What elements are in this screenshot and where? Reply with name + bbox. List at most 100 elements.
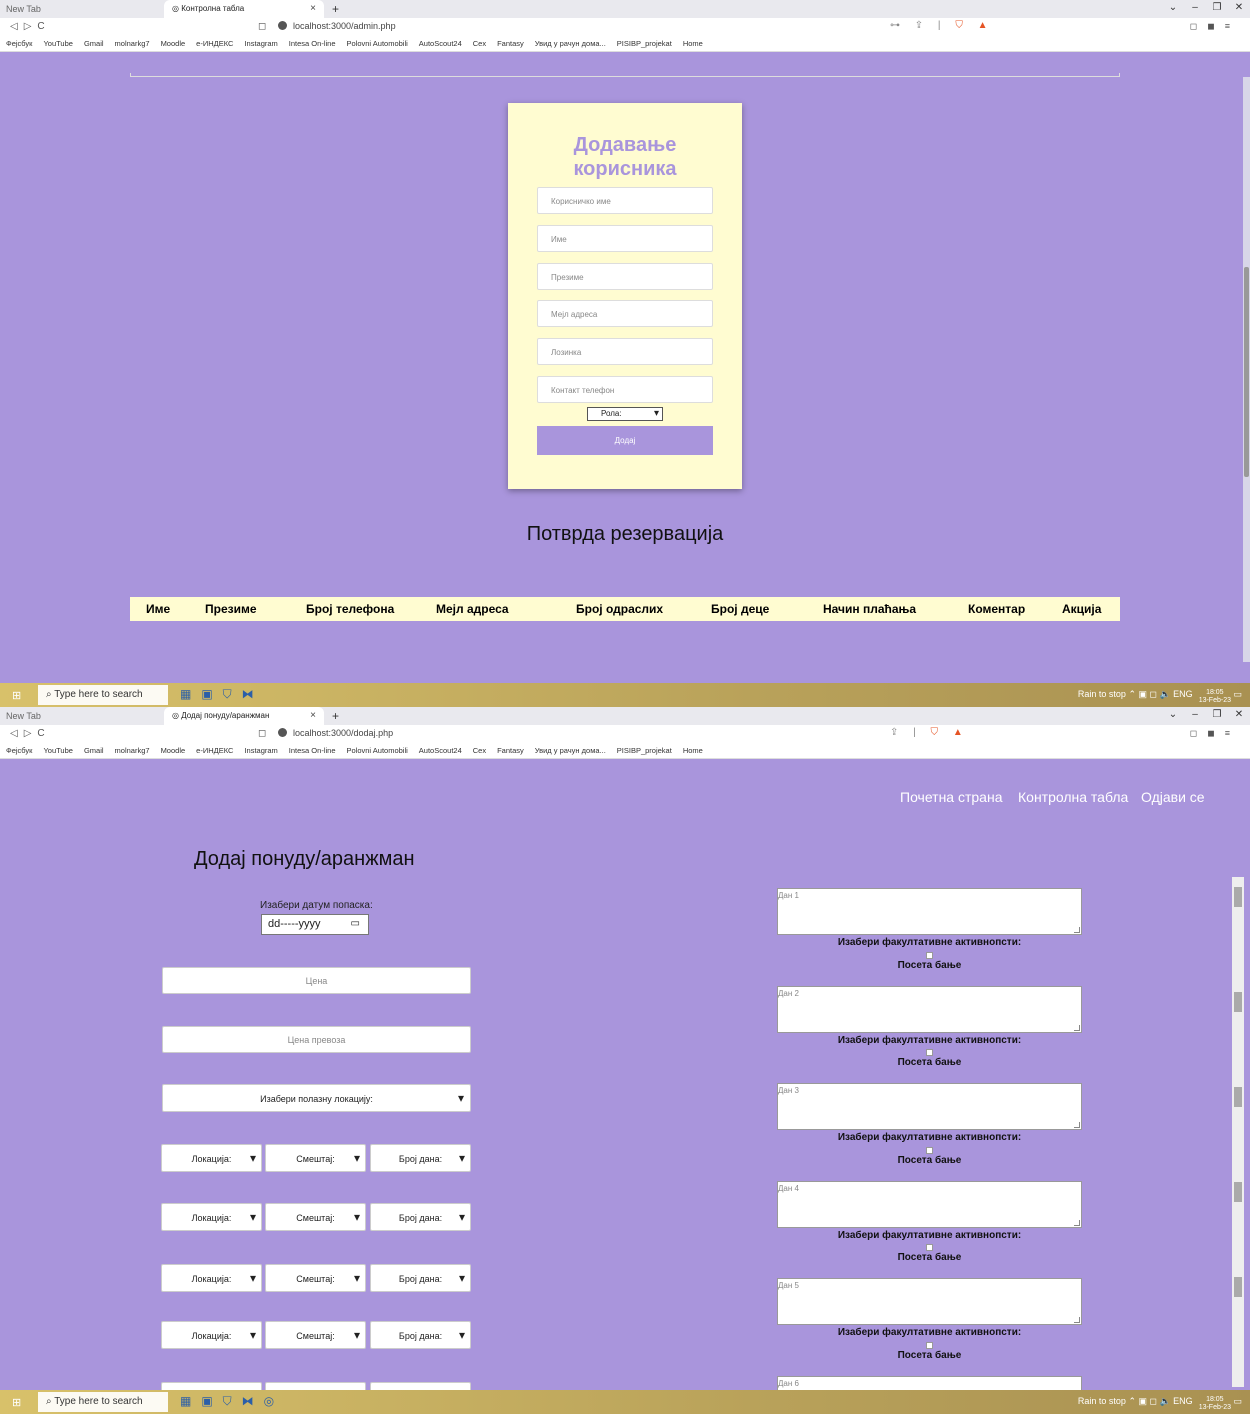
lang-indicator[interactable]: ENG <box>1173 689 1193 699</box>
bookmark-item[interactable]: Moodle <box>161 746 186 755</box>
close-window-icon[interactable]: ✕ <box>1228 2 1250 13</box>
days-select[interactable]: Број дана: <box>370 1321 471 1349</box>
username-input[interactable]: Корисничко име <box>537 187 713 214</box>
brave-rewards-icon[interactable]: ▲ <box>978 20 994 31</box>
bookmark-item[interactable]: YouTube <box>43 746 72 755</box>
bookmark-item[interactable]: Instagram <box>244 39 277 48</box>
tab-active[interactable]: ◎ Додај понуду/аранжман × <box>164 707 324 725</box>
scrollbar-thumb[interactable] <box>1234 1182 1242 1202</box>
chevron-down-icon[interactable]: ⌄ <box>1162 709 1184 720</box>
form-scrollbar[interactable] <box>1232 877 1244 1387</box>
minimize-icon[interactable]: – <box>1184 2 1206 13</box>
day-textarea[interactable]: Дан 4 <box>777 1181 1082 1228</box>
brave-shield-icon[interactable]: ⛉ <box>955 20 969 31</box>
address-actions[interactable]: ⇪ | ⛉ ▲ <box>890 727 969 738</box>
brave-shield-icon[interactable]: ⛉ <box>931 727 945 738</box>
new-tab-icon[interactable]: + <box>332 709 339 723</box>
bookmark-item[interactable]: Увид у рачун дома... <box>535 746 606 755</box>
days-select[interactable]: Број дана: <box>370 1264 471 1292</box>
location-select[interactable]: Локација: <box>161 1144 262 1172</box>
bookmark-item[interactable]: Cex <box>473 39 486 48</box>
day-textarea[interactable]: Дан 1 <box>777 888 1082 935</box>
days-select[interactable]: Број дана: <box>370 1144 471 1172</box>
scrollbar-thumb[interactable] <box>1234 1087 1242 1107</box>
role-select[interactable]: Рола: <box>587 407 663 421</box>
url-field[interactable]: localhost:3000/dodaj.php <box>278 728 393 738</box>
departure-location-select[interactable]: Изабери полазну локацију: <box>162 1084 471 1112</box>
lang-indicator[interactable]: ENG <box>1173 1396 1193 1406</box>
minimize-icon[interactable]: – <box>1184 709 1206 720</box>
scrollbar-thumb[interactable] <box>1234 1277 1242 1297</box>
activity-checkbox[interactable] <box>926 1342 933 1349</box>
close-icon[interactable]: × <box>310 710 316 721</box>
bookmark-item[interactable]: Фејсбук <box>6 39 32 48</box>
extension-icons[interactable]: ◻◼≡ <box>1190 21 1240 32</box>
name-input[interactable]: Име <box>537 225 713 252</box>
days-select[interactable]: Број дана: <box>370 1203 471 1231</box>
bookmark-item[interactable]: AutoScout24 <box>419 746 462 755</box>
new-tab-icon[interactable]: + <box>332 2 339 16</box>
clock[interactable]: 18:05 13-Feb-23 <box>1199 689 1231 705</box>
bookmark-item[interactable]: Gmail <box>84 746 104 755</box>
tab-new-tab[interactable]: New Tab <box>6 4 41 14</box>
transport-price-input[interactable]: Цена превоза <box>162 1026 471 1053</box>
day-textarea[interactable]: Дан 2 <box>777 986 1082 1033</box>
bookmark-item[interactable]: PISIBP_projekat <box>617 746 672 755</box>
bookmark-item[interactable]: Polovni Automobili <box>347 39 408 48</box>
location-select[interactable]: Локација: <box>161 1264 262 1292</box>
password-input[interactable]: Лозинка <box>537 338 713 365</box>
day-textarea[interactable]: Дан 3 <box>777 1083 1082 1130</box>
phone-input[interactable]: Контакт телефон <box>537 376 713 403</box>
taskbar-search[interactable]: ⌕ Type here to search <box>38 685 168 705</box>
nav-logout-link[interactable]: Одјави се <box>1141 789 1205 805</box>
bookmark-item[interactable]: Polovni Automobili <box>347 746 408 755</box>
page-scrollbar[interactable] <box>1243 77 1250 662</box>
bookmark-icon[interactable]: ◻ <box>258 21 266 32</box>
bookmark-item[interactable]: Fantasy <box>497 39 524 48</box>
bookmark-item[interactable]: Home <box>683 39 703 48</box>
scrollbar-thumb[interactable] <box>1234 992 1242 1012</box>
tab-new-tab[interactable]: New Tab <box>6 711 41 721</box>
nav-home-link[interactable]: Почетна страна <box>900 789 1002 805</box>
calendar-icon[interactable]: ▭ <box>351 918 360 929</box>
windows-start-icon[interactable]: ⊞ <box>12 1396 21 1409</box>
departure-date-input[interactable]: dd-----yyyy ▭ <box>261 914 369 935</box>
bookmark-item[interactable]: Cex <box>473 746 486 755</box>
extension-icons[interactable]: ◻◼≡ <box>1190 728 1240 739</box>
brave-rewards-icon[interactable]: ▲ <box>953 727 969 738</box>
activity-checkbox[interactable] <box>926 1147 933 1154</box>
bookmark-item[interactable]: Home <box>683 746 703 755</box>
taskbar-search[interactable]: ⌕ Type here to search <box>38 1392 168 1412</box>
nav-dashboard-link[interactable]: Контролна табла <box>1018 789 1128 805</box>
chevron-down-icon[interactable]: ⌄ <box>1162 2 1184 13</box>
activity-checkbox[interactable] <box>926 1244 933 1251</box>
activity-checkbox[interactable] <box>926 952 933 959</box>
bookmark-item[interactable]: Instagram <box>244 746 277 755</box>
weather-text[interactable]: Rain to stop <box>1078 689 1126 699</box>
add-user-button[interactable]: Додај <box>537 426 713 455</box>
bookmark-item[interactable]: е-ИНДЕКС <box>196 746 233 755</box>
nav-buttons[interactable]: ◁▷C <box>10 21 51 32</box>
address-actions[interactable]: ⊶ ⇪ | ⛉ ▲ <box>890 20 994 31</box>
bookmark-icon[interactable]: ◻ <box>258 728 266 739</box>
day-textarea[interactable]: Дан 5 <box>777 1278 1082 1325</box>
bookmark-item[interactable]: Intesa On-line <box>289 39 336 48</box>
scrollbar-thumb[interactable] <box>1234 887 1242 907</box>
bookmark-item[interactable]: Intesa On-line <box>289 746 336 755</box>
bookmark-item[interactable]: Gmail <box>84 39 104 48</box>
location-select[interactable]: Локација: <box>161 1203 262 1231</box>
bookmark-item[interactable]: YouTube <box>43 39 72 48</box>
bookmark-item[interactable]: AutoScout24 <box>419 39 462 48</box>
accommodation-select[interactable]: Смештај: <box>265 1264 366 1292</box>
close-window-icon[interactable]: ✕ <box>1228 709 1250 720</box>
taskbar-apps[interactable]: ▦▣⛉⧓ <box>180 687 264 702</box>
bookmark-item[interactable]: molnarkg7 <box>115 39 150 48</box>
bookmark-item[interactable]: PISIBP_projekat <box>617 39 672 48</box>
weather-text[interactable]: Rain to stop <box>1078 1396 1126 1406</box>
restore-icon[interactable]: ❐ <box>1206 2 1228 13</box>
url-field[interactable]: localhost:3000/admin.php <box>278 21 396 31</box>
scrollbar-thumb[interactable] <box>1244 267 1249 477</box>
windows-start-icon[interactable]: ⊞ <box>12 689 21 702</box>
accommodation-select[interactable]: Смештај: <box>265 1321 366 1349</box>
location-select[interactable]: Локација: <box>161 1321 262 1349</box>
